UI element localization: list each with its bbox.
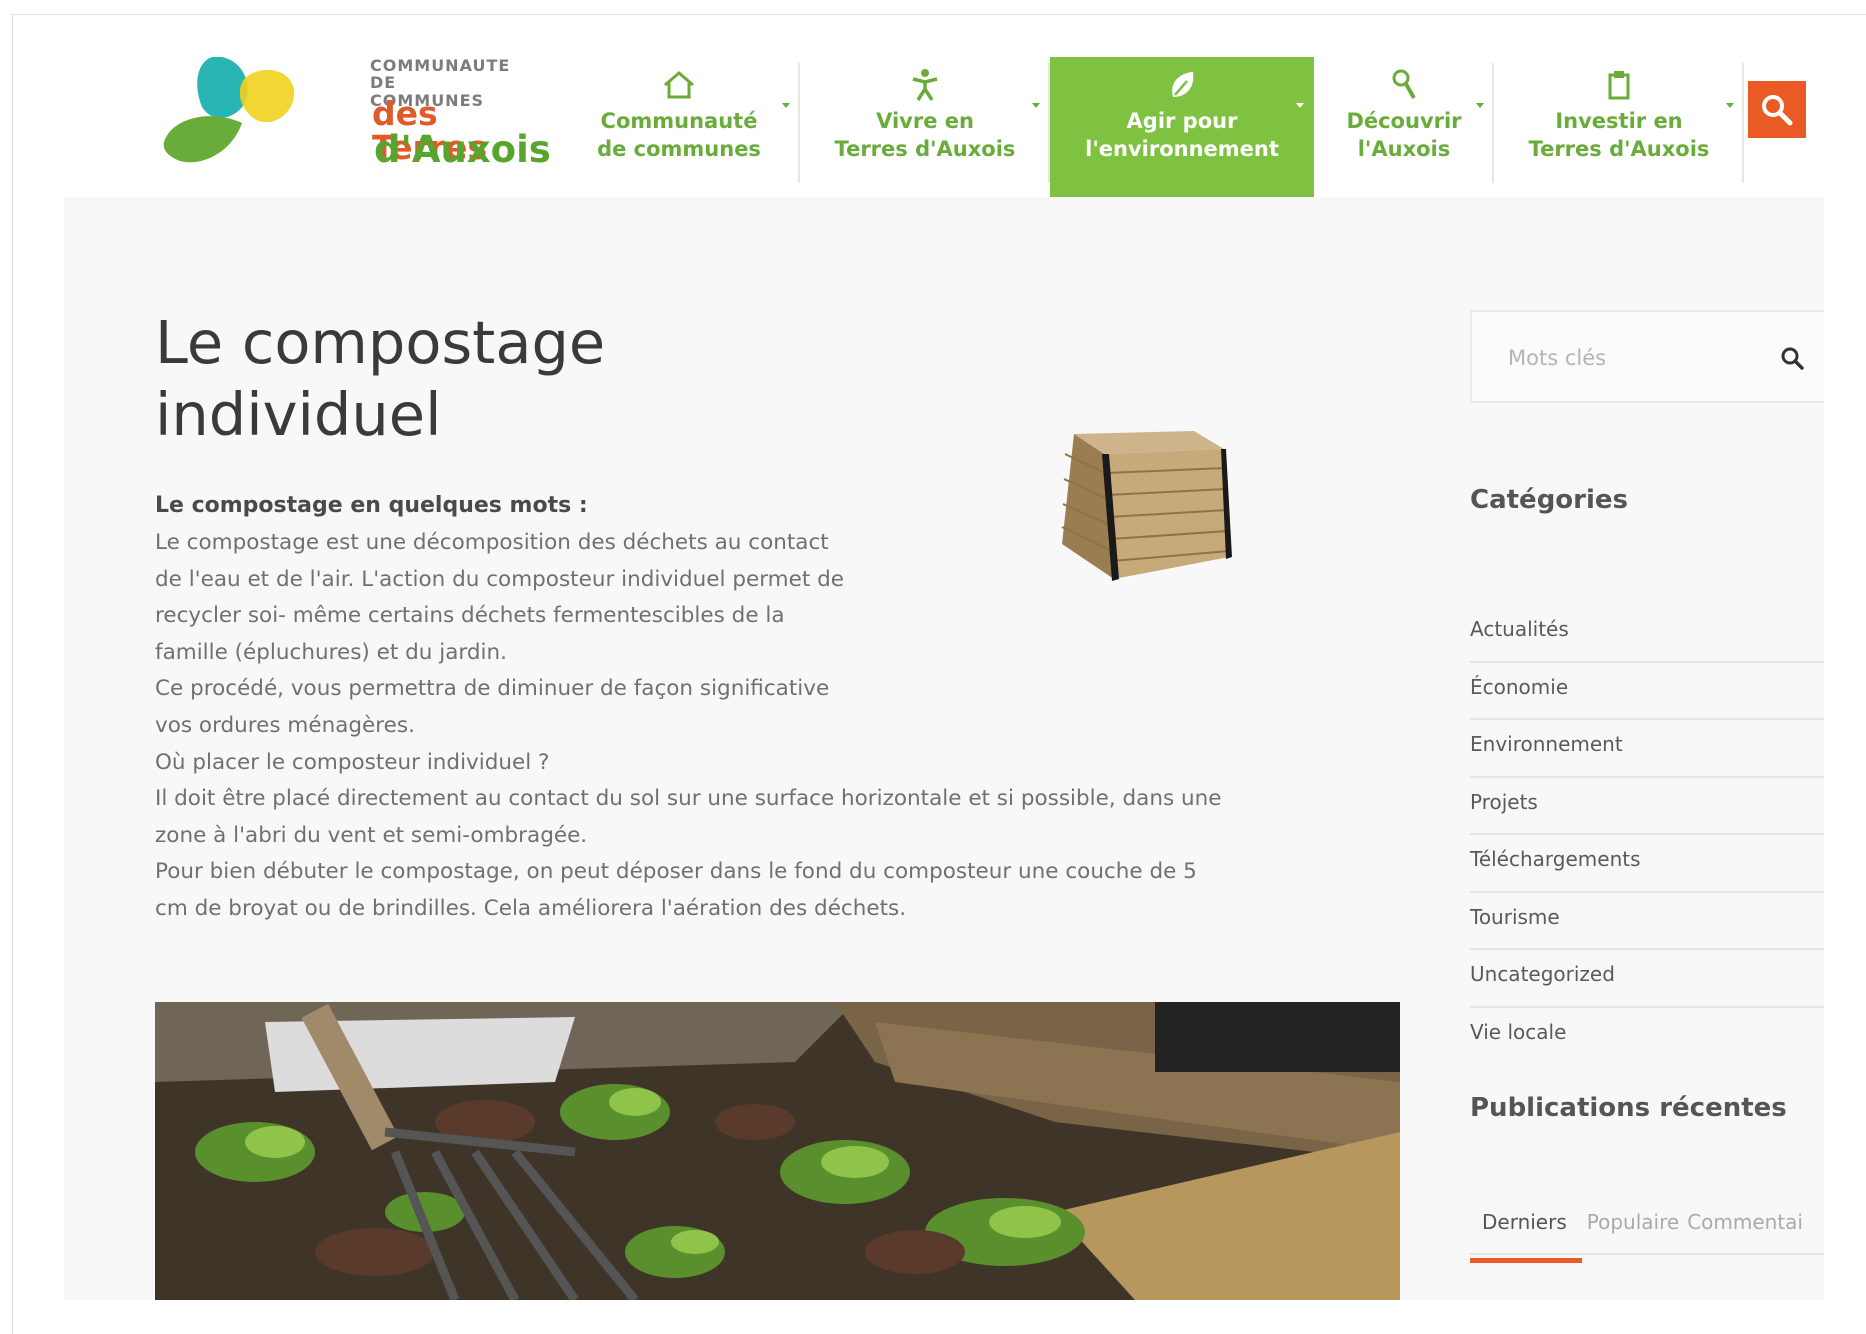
categories-heading: Catégories bbox=[1470, 485, 1629, 515]
category-link[interactable]: Tourisme bbox=[1470, 893, 1824, 950]
chevron-down-icon bbox=[1476, 103, 1484, 108]
nav-label: l'environnement bbox=[1085, 137, 1279, 161]
category-list: Actualités Économie Environnement Projet… bbox=[1470, 605, 1824, 1065]
website: COMMUNAUTE DE COMMUNES des Terres d'Auxo… bbox=[64, 57, 1824, 1300]
chevron-down-icon bbox=[782, 103, 790, 108]
tab-derniers[interactable]: Derniers bbox=[1470, 1207, 1582, 1263]
header-search-button[interactable] bbox=[1748, 81, 1806, 138]
paragraph: Ce procédé, vous permettra de diminuer d… bbox=[155, 676, 830, 738]
chevron-down-icon bbox=[1726, 103, 1734, 108]
magnifier-icon bbox=[1384, 65, 1424, 105]
category-link[interactable]: Économie bbox=[1470, 663, 1824, 720]
title-line: individuel bbox=[155, 380, 442, 449]
nav-label: Agir pour bbox=[1126, 109, 1238, 133]
paragraph-line: Pour bien débuter le compostage, on peut… bbox=[155, 859, 1197, 885]
nav-label: l'Auxois bbox=[1357, 137, 1451, 161]
page-title: Le compostage individuel bbox=[155, 307, 605, 451]
recent-posts-tabs: Derniers Populaire Commentai bbox=[1470, 1207, 1824, 1263]
search-icon[interactable] bbox=[1780, 346, 1806, 372]
sidebar-search bbox=[1470, 310, 1824, 403]
category-link[interactable]: Actualités bbox=[1470, 605, 1824, 663]
divider bbox=[1742, 63, 1744, 183]
nav-item-communaute[interactable]: Communauté de communes bbox=[558, 57, 800, 197]
category-link[interactable]: Projets bbox=[1470, 778, 1824, 835]
title-line: Le compostage bbox=[155, 308, 606, 377]
paragraph: Le compostage est une décomposition des … bbox=[155, 530, 844, 665]
category-link[interactable]: Vie locale bbox=[1470, 1008, 1824, 1066]
tab-populaire[interactable]: Populaire bbox=[1575, 1207, 1679, 1253]
search-input[interactable] bbox=[1508, 340, 1748, 376]
site-logo[interactable]: COMMUNAUTE DE COMMUNES des Terres d'Auxo… bbox=[162, 57, 551, 182]
category-link[interactable]: Téléchargements bbox=[1470, 835, 1824, 893]
nav-label: Découvrir bbox=[1346, 109, 1462, 133]
main-navigation: Communauté de communes Vivre en Terres d… bbox=[558, 57, 1744, 197]
nav-label: Terres d'Auxois bbox=[834, 137, 1016, 161]
paragraph-line: Il doit être placé directement au contac… bbox=[155, 786, 1222, 812]
logo-leaves-icon bbox=[163, 57, 295, 163]
recent-posts-heading: Publications récentes bbox=[1470, 1093, 1787, 1123]
leaf-icon bbox=[1162, 65, 1202, 105]
nav-item-vivre[interactable]: Vivre en Terres d'Auxois bbox=[800, 57, 1050, 197]
tab-commentaires[interactable]: Commentai bbox=[1679, 1207, 1803, 1253]
chevron-down-icon bbox=[1296, 103, 1304, 108]
composter-illustration bbox=[1061, 431, 1232, 581]
nav-label: de communes bbox=[597, 137, 761, 161]
paragraph-line: cm de broyat ou de brindilles. Cela amél… bbox=[155, 895, 907, 921]
chevron-down-icon bbox=[1032, 103, 1040, 108]
nav-label: Vivre en bbox=[876, 109, 974, 133]
search-icon bbox=[1762, 94, 1793, 125]
person-icon bbox=[905, 65, 945, 105]
nav-label: Communauté bbox=[600, 109, 758, 133]
nav-item-investir[interactable]: Investir en Terres d'Auxois bbox=[1494, 57, 1744, 197]
logo-name-sub: d'Auxois bbox=[374, 128, 551, 171]
nav-label: Investir en bbox=[1555, 109, 1683, 133]
compost-photo bbox=[155, 1002, 1400, 1300]
paragraph-line: zone à l'abri du vent et semi-ombragée. bbox=[155, 822, 588, 848]
nav-item-environnement[interactable]: Agir pour l'environnement bbox=[1050, 57, 1314, 197]
category-link[interactable]: Uncategorized bbox=[1470, 950, 1824, 1008]
intro-heading: Le compostage en quelques mots : bbox=[155, 493, 588, 518]
category-link[interactable]: Environnement bbox=[1470, 720, 1824, 778]
site-header: COMMUNAUTE DE COMMUNES des Terres d'Auxo… bbox=[64, 57, 1824, 197]
clipboard-icon bbox=[1599, 65, 1639, 105]
nav-label: Terres d'Auxois bbox=[1528, 137, 1710, 161]
home-icon bbox=[659, 65, 699, 105]
paragraph: Où placer le composteur individuel ? bbox=[155, 749, 550, 775]
nav-item-decouvrir[interactable]: Découvrir l'Auxois bbox=[1314, 57, 1494, 197]
